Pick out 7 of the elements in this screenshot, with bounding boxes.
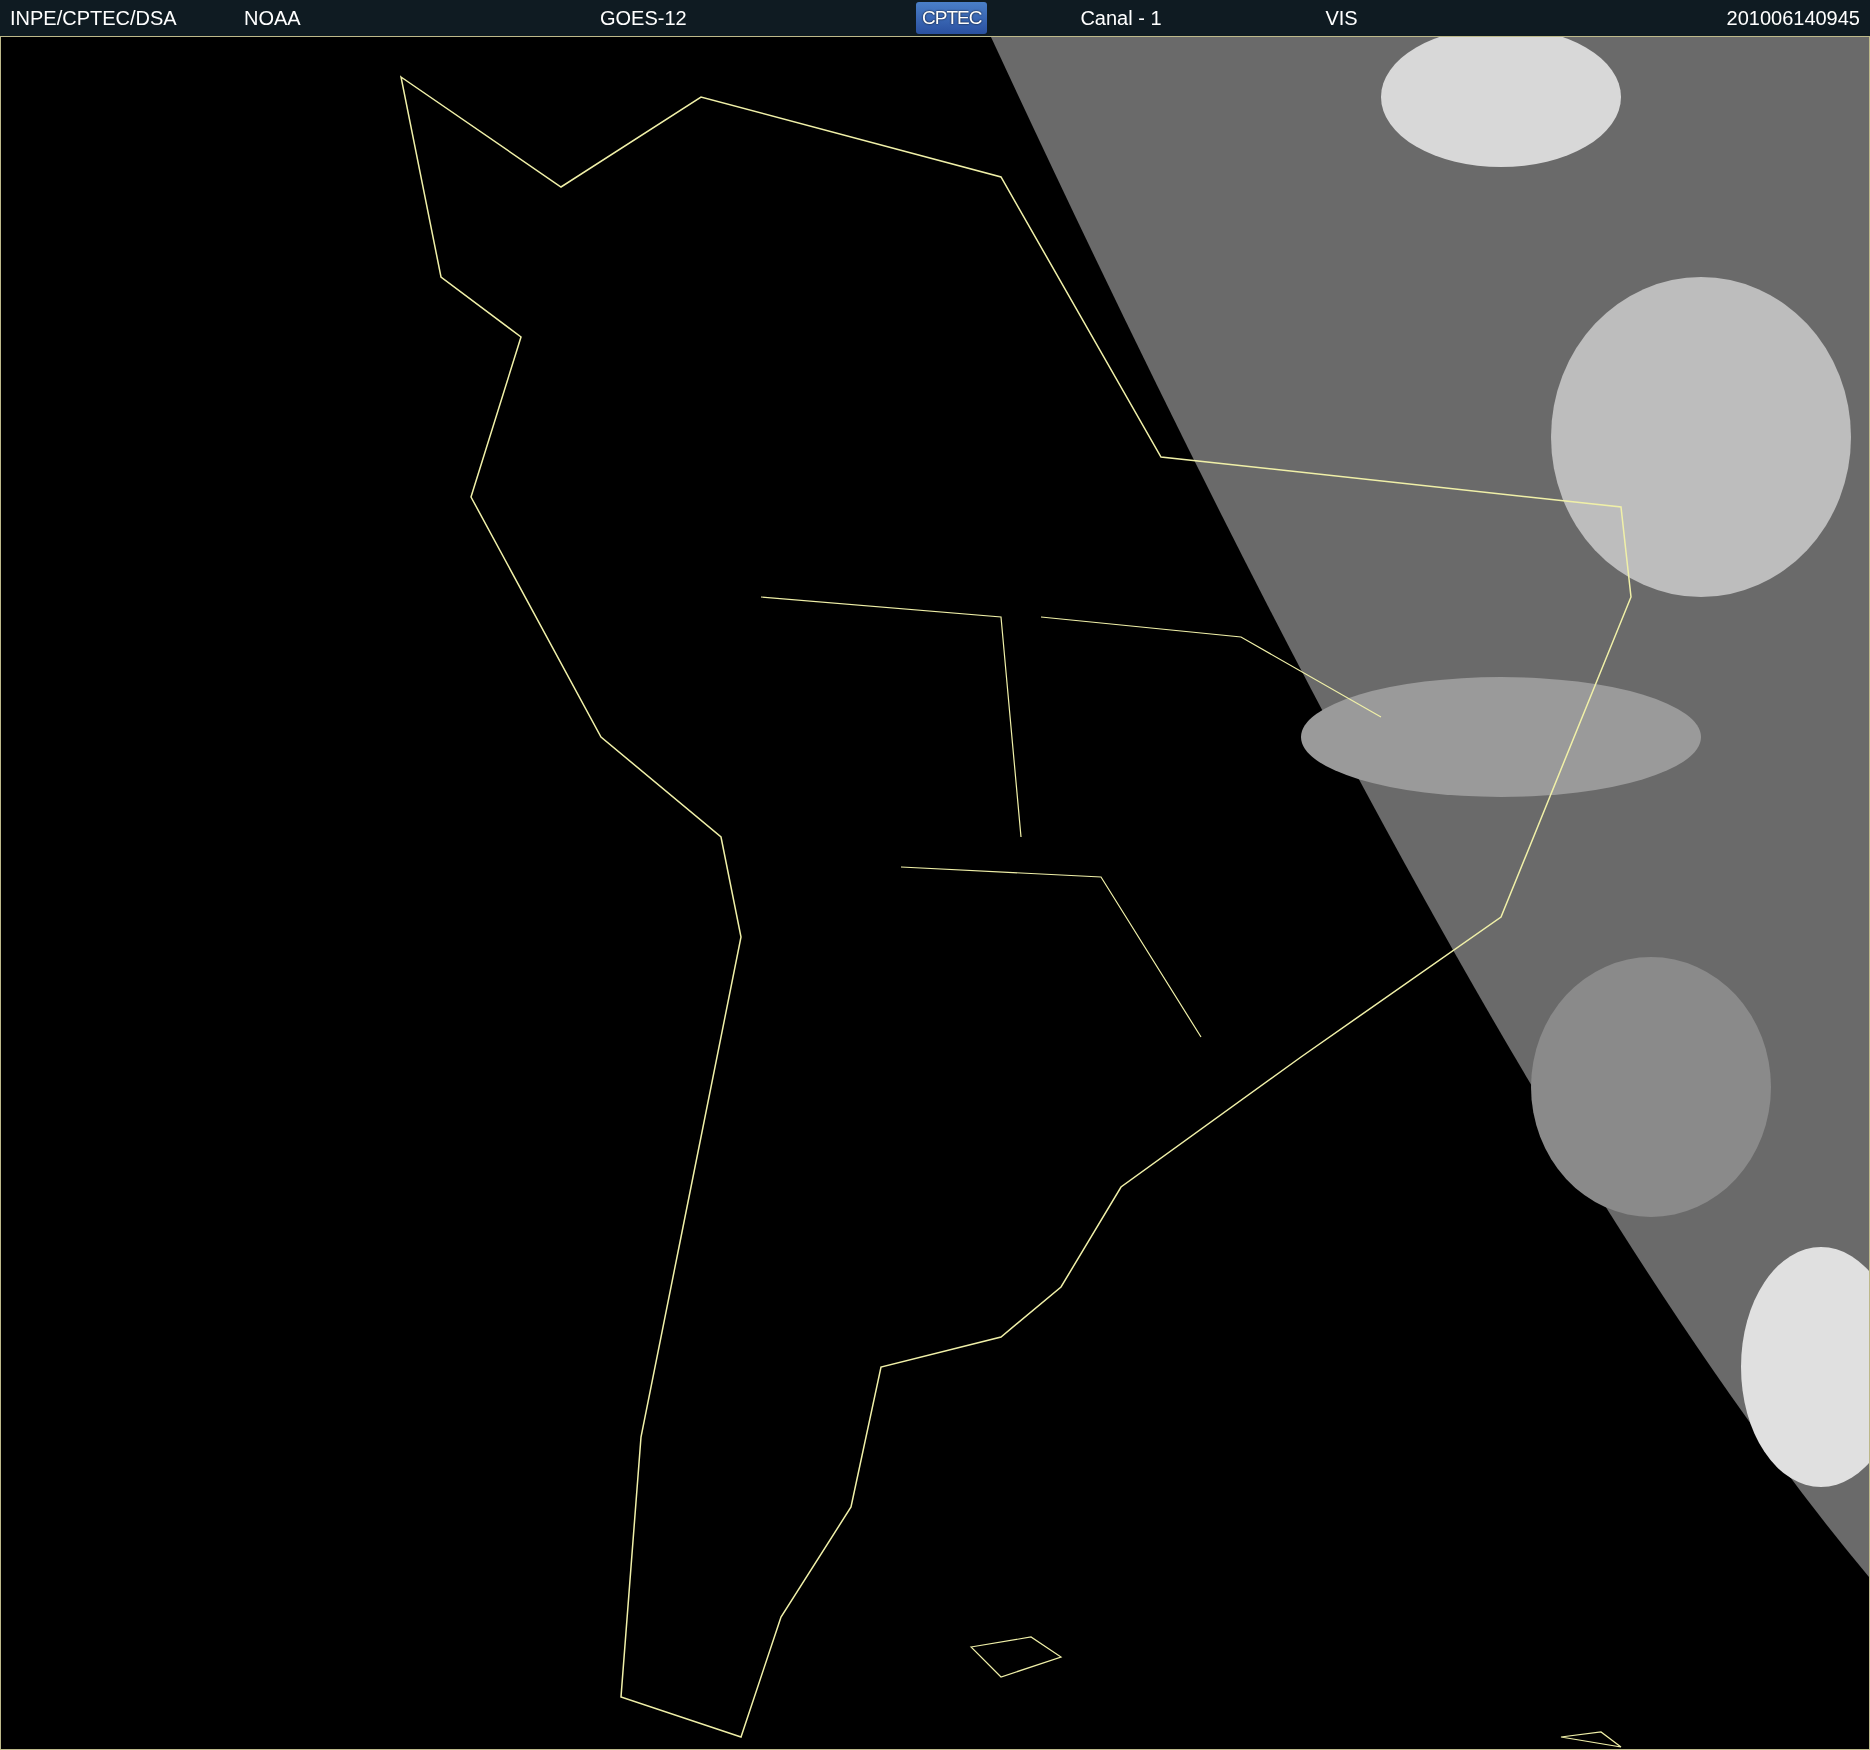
header-label: 201006140945 xyxy=(1726,6,1860,30)
header-label: NOAA xyxy=(244,6,302,30)
header-label: INPE/CPTEC/DSA xyxy=(10,6,178,30)
header-label: VIS xyxy=(1325,6,1358,30)
header-label: Canal - 1 xyxy=(1080,6,1163,30)
logo: CPTEC xyxy=(916,2,988,34)
header-label: GOES-12 xyxy=(600,6,688,30)
